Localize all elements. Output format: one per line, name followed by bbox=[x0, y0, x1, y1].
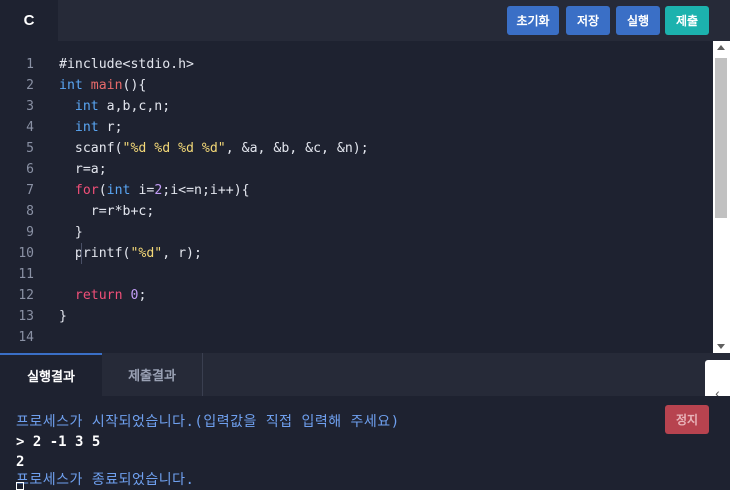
code-token: int bbox=[106, 183, 131, 198]
code-token: scanf( bbox=[59, 141, 123, 156]
line-number-gutter: 1 2 3 4 5 6 7 8 9 10 11 12 13 14 bbox=[0, 41, 45, 353]
code-line[interactable]: r=a; bbox=[59, 159, 107, 180]
line-number: 4 bbox=[26, 120, 34, 135]
code-line[interactable]: } bbox=[59, 306, 67, 327]
line-number: 9 bbox=[26, 225, 34, 240]
code-editor[interactable]: 1 2 3 4 5 6 7 8 9 10 11 12 13 14 #include<stdio.h> int… bbox=[0, 41, 713, 353]
code-line[interactable]: for(int i=2;i<=n;i++){ bbox=[59, 180, 250, 201]
line-number: 10 bbox=[18, 246, 34, 261]
code-token: , r); bbox=[162, 246, 202, 261]
code-token: } bbox=[59, 309, 67, 324]
scrollbar-thumb[interactable] bbox=[715, 58, 727, 218]
line-number: 1 bbox=[26, 57, 34, 72]
code-token: a,b,c,n; bbox=[98, 99, 171, 114]
indent-guide bbox=[81, 243, 82, 264]
submit-button[interactable]: 제출 bbox=[665, 6, 709, 35]
line-number: 12 bbox=[18, 288, 34, 303]
tab-submit-result[interactable]: 제출결과 bbox=[102, 353, 203, 396]
console-line-process-start: 프로세스가 시작되었습니다.(입력값을 직접 입력해 주세요) bbox=[16, 414, 400, 430]
code-token: r; bbox=[98, 120, 123, 135]
code-token: main bbox=[90, 78, 123, 93]
code-line[interactable]: #include<stdio.h> bbox=[59, 54, 194, 75]
code-token: "%d" bbox=[130, 246, 163, 261]
code-line[interactable]: int main(){ bbox=[59, 75, 146, 96]
code-token: printf( bbox=[59, 246, 131, 261]
code-line[interactable]: return 0; bbox=[59, 285, 147, 306]
code-token: int bbox=[74, 120, 99, 135]
console-line-input: > 2 -1 3 5 bbox=[16, 434, 101, 450]
code-token: for bbox=[74, 183, 99, 198]
code-token: #include<stdio.h> bbox=[59, 57, 194, 72]
reset-button[interactable]: 초기화 bbox=[507, 6, 559, 35]
code-token: ;i<=n;i++){ bbox=[162, 183, 250, 198]
code-token: } bbox=[59, 225, 83, 240]
code-line[interactable]: r=r*b+c; bbox=[59, 201, 155, 222]
code-token: i= bbox=[130, 183, 155, 198]
top-toolbar: C 초기화 저장 실행 제출 bbox=[0, 0, 730, 41]
editor-scrollbar[interactable] bbox=[713, 41, 730, 353]
save-button[interactable]: 저장 bbox=[566, 6, 610, 35]
tab-run-result[interactable]: 실행결과 bbox=[0, 353, 102, 396]
stop-button[interactable]: 정지 bbox=[665, 405, 709, 434]
line-number: 11 bbox=[18, 267, 34, 282]
line-number: 2 bbox=[26, 78, 34, 93]
code-line[interactable]: } bbox=[59, 222, 83, 243]
console-line-process-end: 프로세스가 종료되었습니다. bbox=[16, 472, 195, 488]
code-token: int bbox=[74, 99, 99, 114]
code-line[interactable]: int r; bbox=[59, 117, 123, 138]
line-number: 8 bbox=[26, 204, 34, 219]
line-number: 5 bbox=[26, 141, 34, 156]
code-token: ; bbox=[138, 288, 147, 303]
code-token: r=r*b+c; bbox=[59, 204, 155, 219]
line-number: 14 bbox=[18, 330, 34, 345]
console-line-output: 2 bbox=[16, 454, 25, 470]
scroll-down-arrow-icon[interactable] bbox=[717, 344, 725, 349]
line-number: 3 bbox=[26, 99, 34, 114]
code-token: ( bbox=[98, 183, 107, 198]
run-button[interactable]: 실행 bbox=[616, 6, 660, 35]
code-token: r=a; bbox=[59, 162, 107, 177]
code-token: return bbox=[74, 288, 123, 303]
code-token: (){ bbox=[122, 78, 147, 93]
code-line[interactable]: scanf("%d %d %d %d", &a, &b, &c, &n); bbox=[59, 138, 369, 159]
scroll-up-arrow-icon[interactable] bbox=[717, 45, 725, 50]
code-token: , &a, &b, &c, &n); bbox=[225, 141, 369, 156]
console-cursor[interactable] bbox=[16, 482, 24, 490]
line-number: 13 bbox=[18, 309, 34, 324]
line-number: 7 bbox=[26, 183, 34, 198]
code-token: "%d %d %d %d" bbox=[122, 141, 226, 156]
code-line[interactable]: int a,b,c,n; bbox=[59, 96, 170, 117]
language-tab[interactable]: C bbox=[0, 0, 58, 41]
line-number: 6 bbox=[26, 162, 34, 177]
result-panel-tabs: 실행결과 제출결과 bbox=[0, 353, 730, 396]
code-token: int bbox=[59, 78, 83, 93]
